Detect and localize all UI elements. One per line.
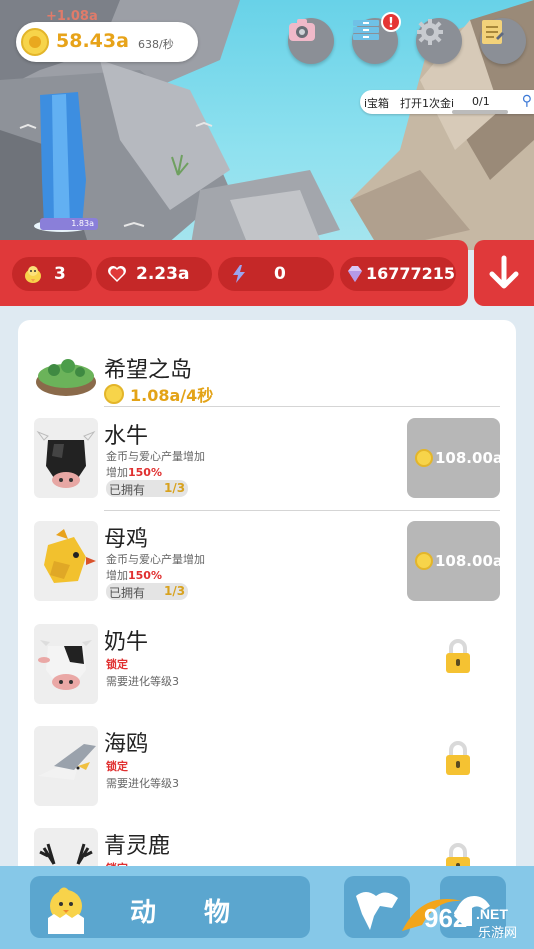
owned-count: 1/3 xyxy=(164,481,186,495)
settings-button[interactable] xyxy=(416,18,462,64)
animal-row-hen[interactable]: 母鸡 金币与爱心产量增加 增加150% 已拥有 1/3 108.00a xyxy=(18,521,516,621)
animal-boost: 增加150% xyxy=(106,567,162,583)
coin-icon xyxy=(415,449,433,467)
lock-state: 锁定 xyxy=(106,658,128,671)
lock-icon xyxy=(446,639,470,673)
animal-name: 母鸡 xyxy=(104,527,149,552)
coin-icon xyxy=(104,384,124,404)
hen-icon xyxy=(44,529,96,583)
lightning-icon xyxy=(233,265,245,283)
unlock-requirement: 需要进化等级3 xyxy=(106,675,179,688)
coin-icon xyxy=(415,552,433,570)
owned-label: 已拥有 xyxy=(109,483,146,497)
divider xyxy=(104,406,500,407)
animal-name: 奶牛 xyxy=(104,630,149,655)
buy-buffalo-button[interactable]: 108.00a xyxy=(407,418,504,498)
boost-prefix: 增加 xyxy=(106,466,128,479)
watermark-logo: 962 .NET 乐游网 xyxy=(398,897,530,941)
game-scene: 1.83a 58.43a 638/秒 +1.08a ! i宝箱 打开1次金i 0… xyxy=(0,0,534,250)
animal-list-panel[interactable]: 希望之岛 1.08a/4秒 水牛 金币与爱心产量增加 增加150% 已拥有 1/… xyxy=(18,320,516,880)
island-name: 希望之岛 xyxy=(104,358,193,383)
buy-hen-button[interactable]: 108.00a xyxy=(407,521,504,601)
heart-count: 2.23a xyxy=(136,264,190,284)
site-logo: 962 .NET 乐游网 xyxy=(402,899,517,941)
tab-animals-label: 动物 xyxy=(130,898,279,928)
island-icon xyxy=(36,359,96,396)
energy-stat: 0 xyxy=(218,257,334,291)
tab-animals[interactable]: 动物 xyxy=(30,876,310,938)
diamond-stat: 16777215 xyxy=(340,257,456,291)
chest-task-text: i宝箱 打开1次金i xyxy=(364,97,455,110)
price: 108.00a xyxy=(435,552,504,570)
animal-name: 青灵鹿 xyxy=(104,834,171,859)
logo-brand: 962 xyxy=(424,903,467,933)
floating-gain: +1.08a xyxy=(46,9,98,24)
logo-suffix: .NET xyxy=(476,906,508,922)
owned-count: 1/3 xyxy=(164,584,186,598)
chick-count: 3 xyxy=(54,264,66,284)
boost-percent: 150% xyxy=(128,466,162,479)
unlock-requirement: 需要进化等级3 xyxy=(106,777,179,790)
lock-state: 锁定 xyxy=(106,760,128,773)
heart-stat: 2.23a xyxy=(96,257,212,291)
cow-icon xyxy=(38,640,92,690)
owned-badge: 已拥有 1/3 xyxy=(106,480,188,497)
boost-percent: 150% xyxy=(128,569,162,582)
owned-label: 已拥有 xyxy=(109,586,146,600)
energy-count: 0 xyxy=(274,264,286,284)
chick-egg-icon xyxy=(48,887,84,934)
gear-icon xyxy=(417,19,443,45)
animal-desc: 金币与爱心产量增加 xyxy=(106,553,205,566)
animal-row-cow[interactable]: 奶牛 锁定 需要进化等级3 xyxy=(18,624,516,724)
animal-row-seagull[interactable]: 海鸥 锁定 需要进化等级3 xyxy=(18,726,516,826)
logo-sub: 乐游网 xyxy=(478,926,517,941)
coin-rate: 638/秒 xyxy=(138,38,174,51)
island-rate: 1.08a/4秒 xyxy=(130,386,214,405)
animal-desc: 金币与爱心产量增加 xyxy=(106,450,205,463)
island-rate-group: 1.08a/4秒 xyxy=(104,382,213,406)
boost-prefix: 增加 xyxy=(106,569,128,582)
buffalo-icon xyxy=(36,430,96,488)
camera-icon xyxy=(289,19,315,41)
notification-badge: ! xyxy=(381,12,401,32)
seagull-thumbnail xyxy=(34,726,98,806)
diamond-icon xyxy=(348,266,362,282)
animal-name: 海鸥 xyxy=(104,732,149,757)
price: 108.00a xyxy=(435,449,504,467)
drawer-icon xyxy=(353,20,379,40)
magnifier-icon[interactable]: ⚲ xyxy=(522,93,532,109)
waterfall-rate-label: 1.83a xyxy=(40,218,98,230)
heart-icon xyxy=(108,266,126,282)
island-header: 希望之岛 1.08a/4秒 xyxy=(18,340,516,416)
notes-button[interactable] xyxy=(480,18,526,64)
animal-name: 水牛 xyxy=(104,424,149,449)
arrow-down-icon xyxy=(489,255,519,289)
diamond-count: 16777215 xyxy=(366,264,456,283)
notepad-icon xyxy=(482,20,504,44)
cow-thumbnail xyxy=(34,624,98,704)
hen-thumbnail xyxy=(34,521,98,601)
chest-task-count: 0/1 xyxy=(472,95,490,108)
owned-badge: 已拥有 1/3 xyxy=(106,583,188,600)
chick-stat: 3 xyxy=(12,257,92,291)
coin-amount: 58.43a xyxy=(56,30,129,52)
chest-task-bar[interactable]: i宝箱 打开1次金i 0/1 ⚲ xyxy=(360,90,534,114)
collapse-button[interactable] xyxy=(474,240,534,306)
camera-button[interactable] xyxy=(288,18,334,64)
chick-icon xyxy=(25,266,41,283)
coin-icon xyxy=(21,28,49,56)
animal-row-buffalo[interactable]: 水牛 金币与爱心产量增加 增加150% 已拥有 1/3 108.00a xyxy=(18,418,516,518)
chest-progress-bar xyxy=(452,110,508,114)
lock-icon xyxy=(446,741,470,775)
animal-boost: 增加150% xyxy=(106,464,162,480)
seagull-icon xyxy=(38,744,96,780)
divider xyxy=(104,510,500,511)
resource-bar: 3 2.23a 0 16777215 xyxy=(0,240,468,306)
coin-counter: 58.43a 638/秒 xyxy=(16,22,198,62)
storage-button[interactable]: ! xyxy=(352,12,401,64)
buffalo-thumbnail xyxy=(34,418,98,498)
